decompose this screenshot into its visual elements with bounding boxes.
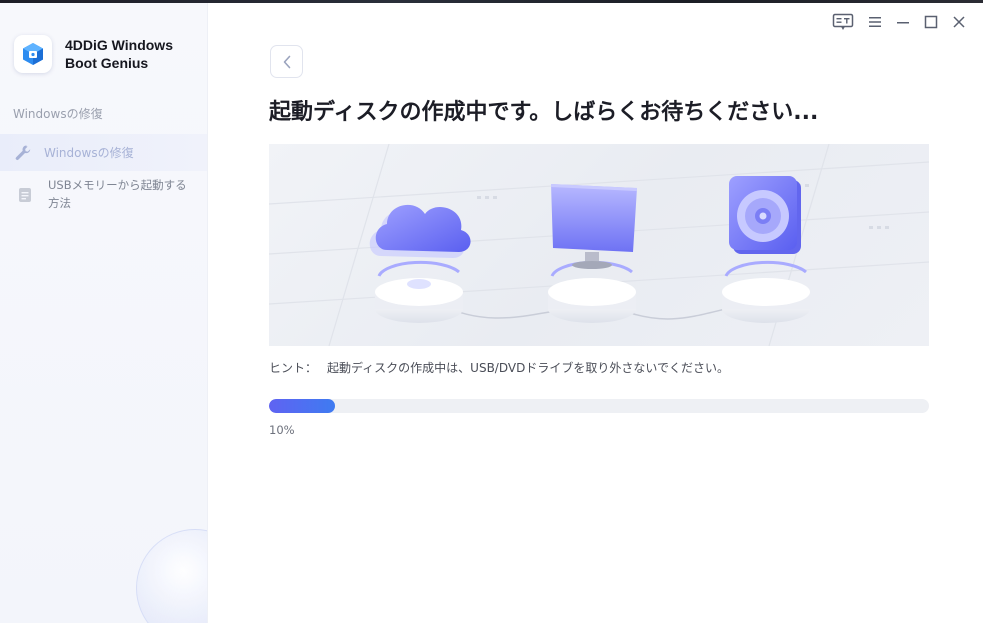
- wrench-icon: [14, 144, 32, 162]
- feedback-icon: [832, 13, 854, 30]
- minimize-button[interactable]: [889, 12, 917, 32]
- document-icon: [16, 186, 34, 204]
- hamburger-menu-icon: [869, 17, 881, 27]
- progress-percent: 10%: [269, 423, 295, 437]
- sidebar: 4DDiG Windows Boot Genius Windowsの修復 Win…: [0, 3, 208, 623]
- decorative-bubble: [136, 529, 207, 623]
- close-button[interactable]: [945, 12, 973, 32]
- back-button[interactable]: [270, 45, 303, 78]
- sidebar-item-windows-repair[interactable]: Windowsの修復: [0, 134, 207, 171]
- menu-button[interactable]: [861, 12, 889, 32]
- hint-label: ヒント：: [269, 361, 318, 375]
- window-controls: [829, 12, 973, 32]
- sidebar-item-label: USBメモリーから起動する方法: [48, 178, 187, 210]
- close-icon: [953, 16, 965, 28]
- boot-disk-illustration: [269, 144, 929, 346]
- sidebar-item-usb-boot-guide[interactable]: USBメモリーから起動する方法: [0, 176, 207, 212]
- hint-text: 起動ディスクの作成中は、USB/DVDドライブを取り外さないでください。: [327, 361, 729, 375]
- page-title: 起動ディスクの作成中です。しばらくお待ちください...: [269, 100, 819, 125]
- progress-bar: [269, 399, 929, 413]
- hint-message: ヒント： 起動ディスクの作成中は、USB/DVDドライブを取り外さないでください。: [269, 359, 729, 376]
- feedback-button[interactable]: [829, 12, 857, 32]
- chevron-left-icon: [283, 55, 290, 68]
- minimize-icon: [897, 22, 909, 24]
- sidebar-section-title: Windowsの修復: [13, 107, 103, 121]
- app-name: 4DDiG Windows Boot Genius: [65, 37, 173, 71]
- progress-bar-fill: [269, 399, 335, 413]
- sidebar-item-label: Windowsの修復: [44, 146, 134, 160]
- maximize-icon: [924, 15, 938, 29]
- maximize-button[interactable]: [917, 12, 945, 32]
- app-logo-icon: [14, 35, 52, 73]
- brand: 4DDiG Windows Boot Genius: [14, 35, 173, 73]
